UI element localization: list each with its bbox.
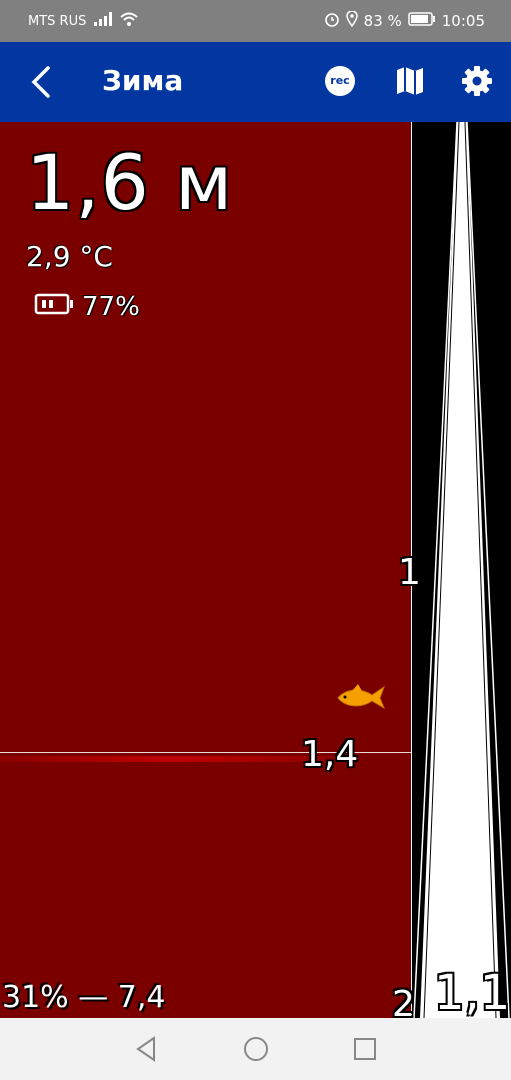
signal-icon <box>94 12 113 30</box>
device-battery-percent: 77% <box>82 292 140 322</box>
nav-home-icon[interactable] <box>241 1034 271 1064</box>
nav-back-icon[interactable] <box>132 1034 162 1064</box>
nav-recents-icon[interactable] <box>350 1034 380 1064</box>
record-button[interactable]: rec <box>325 66 355 96</box>
wifi-icon <box>120 12 139 30</box>
map-icon[interactable] <box>394 64 426 98</box>
bottom-value: 1,1 <box>434 965 511 1021</box>
battery-icon <box>408 12 436 30</box>
location-icon <box>345 10 358 31</box>
app-bar: Зима rec <box>0 42 511 122</box>
scale-label-top: 1 <box>398 552 421 593</box>
back-arrow-icon[interactable] <box>24 62 64 102</box>
system-nav-bar <box>0 1018 511 1080</box>
device-battery-icon <box>34 292 74 322</box>
sonar-cone-view <box>412 121 511 1019</box>
scale-label-mid: 1,4 <box>301 734 359 775</box>
gear-icon[interactable] <box>460 64 494 98</box>
carrier-name: MTS RUS <box>28 13 87 29</box>
battery-percent: 83 % <box>363 12 402 30</box>
status-bar: MTS RUS 83 % 10:05 <box>0 0 511 42</box>
fish-icon <box>336 682 386 714</box>
water-temperature: 2,9 °C <box>26 240 113 273</box>
page-title: Зима <box>102 64 184 97</box>
depth-readout: 1,6 м <box>26 138 234 227</box>
device-battery: 77% <box>34 292 140 322</box>
clock: 10:05 <box>441 12 485 30</box>
alarm-icon <box>324 11 340 31</box>
bottom-echo-line <box>0 756 340 762</box>
bottom-stats: 31% — 7,4 <box>2 980 166 1015</box>
